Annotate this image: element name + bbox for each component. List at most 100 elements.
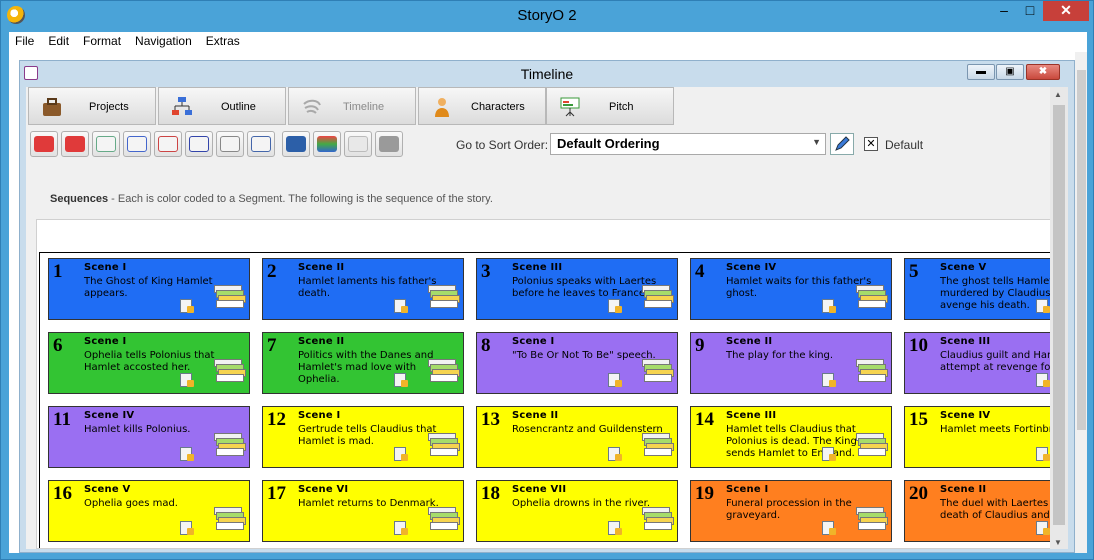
scene-stack-icon[interactable] xyxy=(856,359,888,385)
notes-document-icon[interactable] xyxy=(608,447,622,461)
sequence-card[interactable]: 4 Scene IV Hamlet waits for this father's … xyxy=(690,258,892,320)
maximize-button[interactable]: □ xyxy=(1017,1,1043,21)
tab-timeline[interactable]: Timeline xyxy=(288,87,416,125)
sequence-card[interactable]: 16 Scene V Ophelia goes mad. xyxy=(48,480,250,542)
notes-document-icon[interactable] xyxy=(1036,447,1050,461)
scene-stack-icon[interactable] xyxy=(642,507,674,533)
notes-document-icon[interactable] xyxy=(822,299,836,313)
notes-document-icon[interactable] xyxy=(608,299,622,313)
notes-document-icon[interactable] xyxy=(394,521,408,535)
timeline-style-button[interactable] xyxy=(313,131,341,157)
notes-document-icon[interactable] xyxy=(1036,373,1050,387)
menu-format[interactable]: Format xyxy=(76,32,128,52)
app-title: StoryO 2 xyxy=(517,7,577,24)
sequence-card[interactable]: 20 Scene II The duel with Laertes and deat… xyxy=(904,480,1051,542)
sort-order-dropdown[interactable]: Default Ordering ▼ xyxy=(550,133,826,155)
sequence-card[interactable]: 2 Scene II Hamlet laments his father's dea… xyxy=(262,258,464,320)
notes-document-icon[interactable] xyxy=(1036,299,1050,313)
save-button[interactable] xyxy=(282,131,310,157)
default-checkbox[interactable]: ✕ xyxy=(864,137,878,151)
scene-stack-icon[interactable] xyxy=(428,359,460,385)
scene-stack-icon[interactable] xyxy=(642,285,674,311)
sequence-card[interactable]: 18 Scene VII Ophelia drowns in the river. xyxy=(476,480,678,542)
menu-extras[interactable]: Extras xyxy=(199,32,247,52)
close-button[interactable]: ✕ xyxy=(1043,1,1089,21)
mdi-vertical-scrollbar[interactable] xyxy=(1075,52,1087,553)
sequence-card[interactable]: 17 Scene VI Hamlet returns to Denmark. xyxy=(262,480,464,542)
notes-document-icon[interactable] xyxy=(822,521,836,535)
notes-document-icon[interactable] xyxy=(608,521,622,535)
sequence-card[interactable]: 11 Scene IV Hamlet kills Polonius. xyxy=(48,406,250,468)
scene-stack-icon[interactable] xyxy=(214,285,246,311)
child-maximize-button[interactable]: ▣ xyxy=(996,64,1024,80)
scene-stack-icon[interactable] xyxy=(214,507,246,533)
remove-scene-button[interactable] xyxy=(154,131,182,157)
scene-stack-icon[interactable] xyxy=(642,359,674,385)
sequence-card[interactable]: 12 Scene I Gertrude tells Claudius that Ha… xyxy=(262,406,464,468)
scene-stack-icon[interactable] xyxy=(856,433,888,459)
menu-navigation[interactable]: Navigation xyxy=(128,32,199,52)
sequence-card[interactable]: 10 Scene III Claudius guilt and Hamlet's f… xyxy=(904,332,1051,394)
delete-sequence-button[interactable] xyxy=(61,131,89,157)
scene-title: Scene I xyxy=(726,484,769,495)
sequence-card[interactable]: 7 Scene II Politics with the Danes and Ham… xyxy=(262,332,464,394)
child-minimize-button[interactable]: ▬ xyxy=(967,64,995,80)
cube-button[interactable] xyxy=(375,131,403,157)
sequence-card[interactable]: 15 Scene IV Hamlet meets Fortinbras xyxy=(904,406,1051,468)
tab-pitch[interactable]: Pitch xyxy=(546,87,674,125)
tab-characters[interactable]: Characters xyxy=(418,87,546,125)
scroll-up-arrow-icon[interactable]: ▲ xyxy=(1054,90,1062,99)
save-scene-button[interactable] xyxy=(185,131,213,157)
eraser-button[interactable] xyxy=(344,131,372,157)
scene-stack-icon[interactable] xyxy=(428,433,460,459)
scrollbar-thumb[interactable] xyxy=(1053,105,1065,525)
notes-document-icon[interactable] xyxy=(394,373,408,387)
add-scene-button[interactable] xyxy=(92,131,120,157)
sequence-card[interactable]: 13 Scene II Rosencrantz and Guildenstern xyxy=(476,406,678,468)
grid-view-button[interactable] xyxy=(216,131,244,157)
scene-stack-icon[interactable] xyxy=(214,433,246,459)
notes-document-icon[interactable] xyxy=(180,521,194,535)
sequence-card[interactable]: 14 Scene III Hamlet tells Claudius that Po… xyxy=(690,406,892,468)
sequence-card[interactable]: 8 Scene I "To Be Or Not To Be" speech. xyxy=(476,332,678,394)
tab-outline[interactable]: Outline xyxy=(158,87,286,125)
default-label: Default xyxy=(885,138,924,152)
add-sequence-button[interactable] xyxy=(30,131,58,157)
scene-stack-icon[interactable] xyxy=(856,507,888,533)
scene-title: Scene II xyxy=(512,410,559,421)
edit-sort-order-button[interactable] xyxy=(830,133,854,155)
minimize-button[interactable]: – xyxy=(991,1,1017,21)
notes-document-icon[interactable] xyxy=(822,447,836,461)
notes-document-icon[interactable] xyxy=(394,447,408,461)
split-scene-button[interactable] xyxy=(123,131,151,157)
scene-stack-icon[interactable] xyxy=(428,507,460,533)
tab-projects[interactable]: Projects xyxy=(28,87,156,125)
chevron-down-icon[interactable]: ▼ xyxy=(812,137,821,147)
notes-document-icon[interactable] xyxy=(180,447,194,461)
menu-edit[interactable]: Edit xyxy=(41,32,76,52)
notes-document-icon[interactable] xyxy=(822,373,836,387)
sequence-card[interactable]: 5Scene VThe ghost tells Hamlet he was mu… xyxy=(904,258,1051,320)
notes-document-icon[interactable] xyxy=(180,299,194,313)
scene-stack-icon[interactable] xyxy=(856,285,888,311)
sequence-card[interactable]: 1 Scene I The Ghost of King Hamlet appears… xyxy=(48,258,250,320)
scene-stack-icon[interactable] xyxy=(214,359,246,385)
child-close-button[interactable]: ✖ xyxy=(1026,64,1060,80)
tab-label: Projects xyxy=(89,101,129,113)
mdi-scrollbar-thumb[interactable] xyxy=(1077,70,1086,430)
menubar: File Edit Format Navigation Extras xyxy=(9,32,1087,52)
sequence-card[interactable]: 6 Scene I Ophelia tells Polonius that Haml… xyxy=(48,332,250,394)
scene-stack-icon[interactable] xyxy=(642,433,674,459)
vertical-scrollbar[interactable]: ▲ ▼ xyxy=(1050,87,1068,549)
scroll-down-arrow-icon[interactable]: ▼ xyxy=(1054,538,1062,547)
sequence-card[interactable]: 3 Scene III Polonius speaks with Laertes b… xyxy=(476,258,678,320)
undo-list-button[interactable] xyxy=(247,131,275,157)
notes-document-icon[interactable] xyxy=(394,299,408,313)
menu-file[interactable]: File xyxy=(9,32,41,52)
notes-document-icon[interactable] xyxy=(180,373,194,387)
sequence-card[interactable]: 19 Scene I Funeral procession in the grave… xyxy=(690,480,892,542)
sequence-card[interactable]: 9 Scene II The play for the king. xyxy=(690,332,892,394)
notes-document-icon[interactable] xyxy=(1036,521,1050,535)
notes-document-icon[interactable] xyxy=(608,373,622,387)
scene-stack-icon[interactable] xyxy=(428,285,460,311)
